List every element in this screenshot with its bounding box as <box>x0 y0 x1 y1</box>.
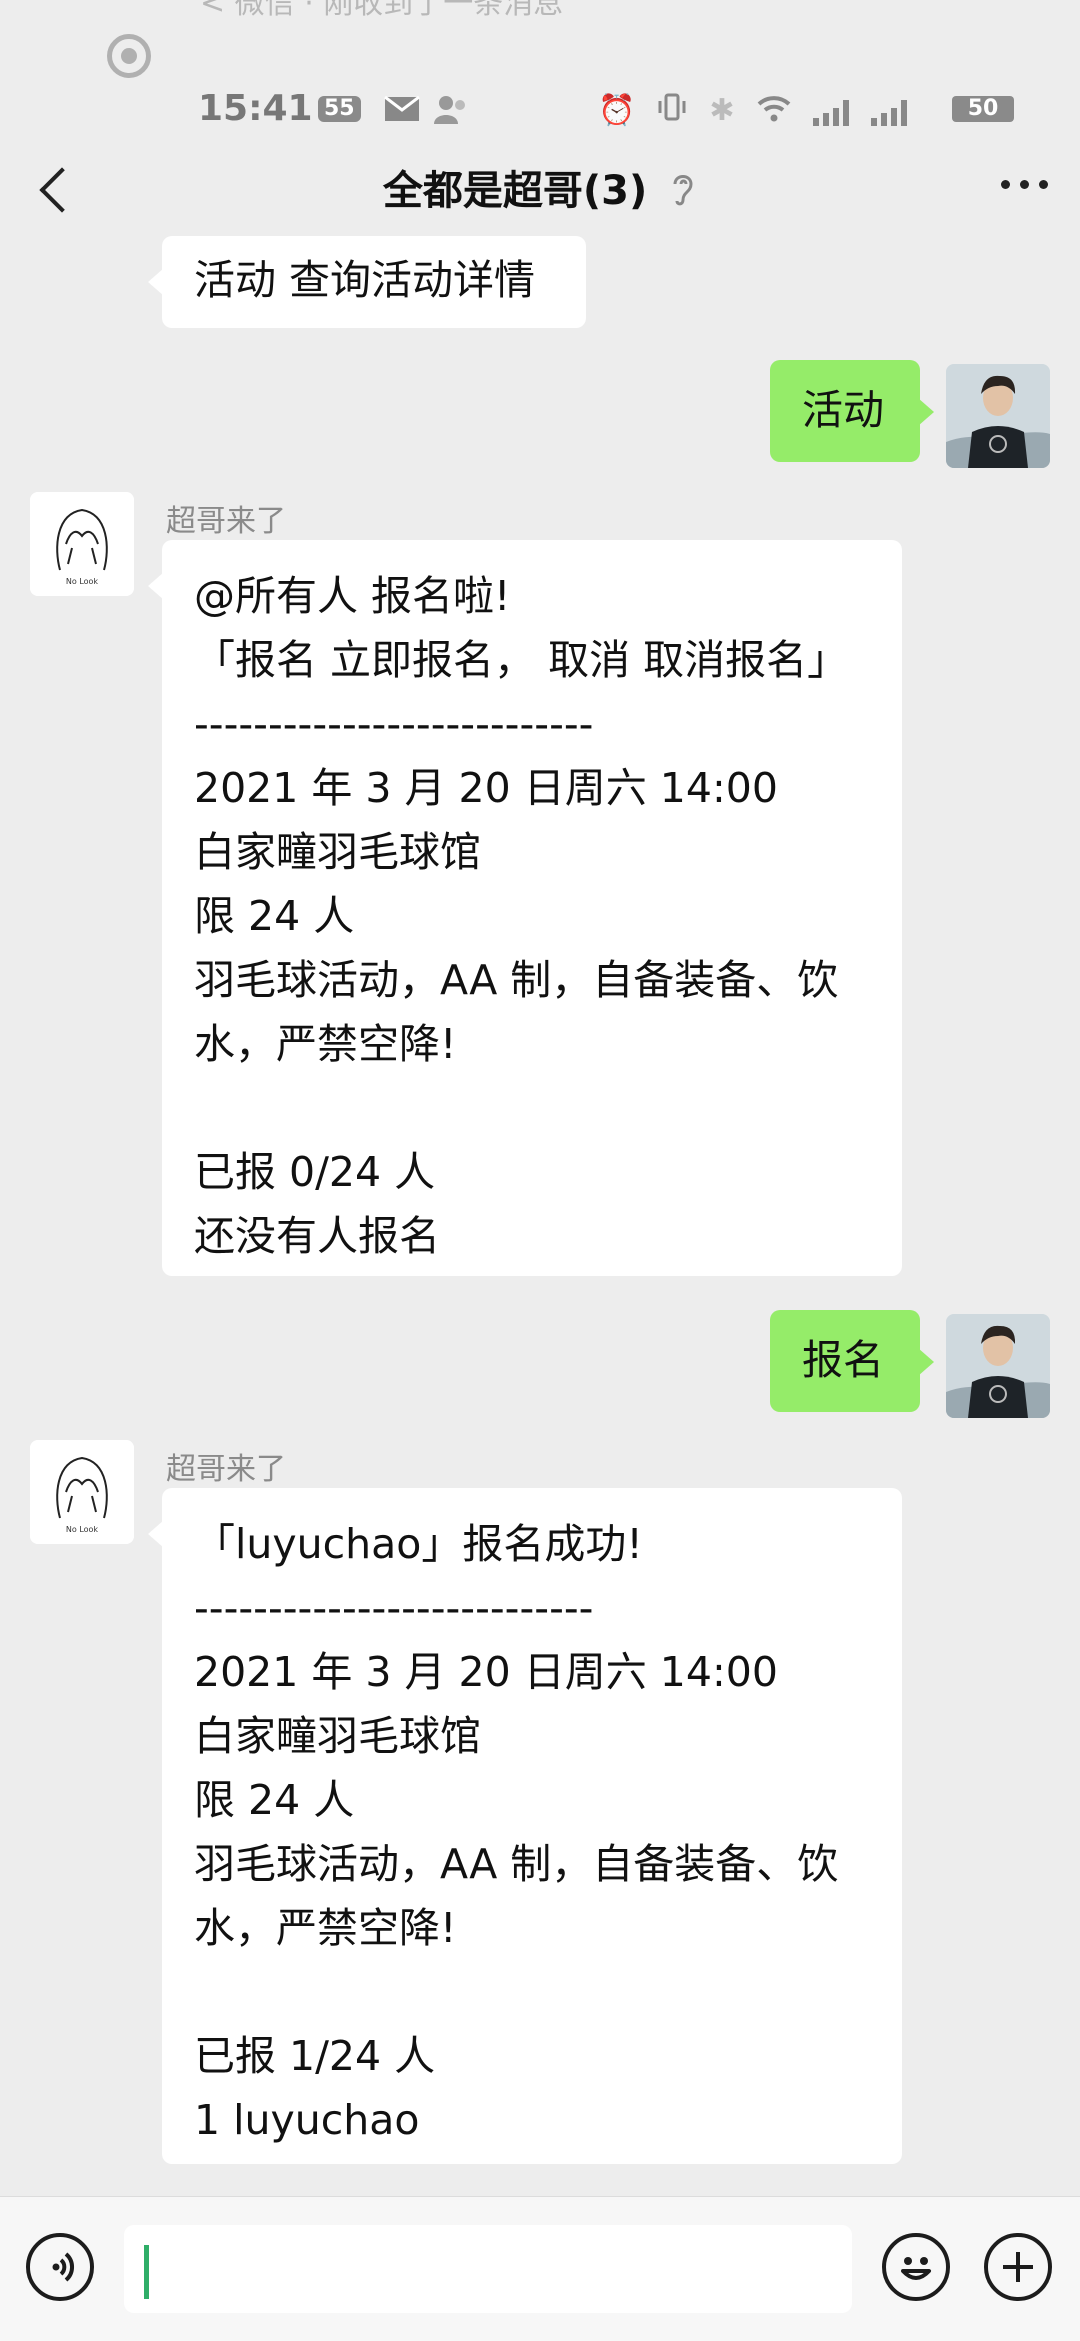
text-caret <box>144 2245 149 2299</box>
message-line: 白家疃羽毛球馆 <box>194 1712 481 1760</box>
voice-icon <box>52 2252 74 2282</box>
message-line: 水，严禁空降! <box>194 1020 457 1068</box>
notification-count-badge: 55 <box>318 96 361 122</box>
message-line: 羽毛球活动，AA 制，自备装备、饮 <box>194 956 839 1004</box>
bluetooth-icon: ✱ <box>709 93 735 128</box>
sender-name: 超哥来了 <box>166 504 286 539</box>
avatar-caption: No Look <box>66 1525 99 1534</box>
message-line: 已报 1/24 人 <box>194 2032 436 2080</box>
message-bubble[interactable]: 「luyuchao」报名成功! ------------------------… <box>148 1488 902 2164</box>
message-line: @所有人 报名啦! <box>194 572 511 620</box>
avatar-self[interactable] <box>946 1314 1050 1418</box>
avatar-bot[interactable]: No Look <box>30 1440 134 1544</box>
avatar-caption: No Look <box>66 577 99 586</box>
message-line: 已报 0/24 人 <box>194 1148 436 1196</box>
vibrate-icon <box>657 92 687 126</box>
message-line: 2021 年 3 月 20 日周六 14:00 <box>194 764 778 812</box>
wifi-icon <box>757 94 791 126</box>
message-text: 报名 <box>802 1336 884 1384</box>
message-input[interactable] <box>124 2225 852 2313</box>
message-text: 活动 查询活动详情 <box>194 256 536 304</box>
voice-button[interactable] <box>26 2233 94 2301</box>
notification-ghost-text: < 微信 · 刚收到了一条消息 <box>200 0 564 21</box>
avatar-bot[interactable]: No Look <box>30 492 134 596</box>
message-line: 「报名 立即报名， 取消 取消报名」 <box>194 636 849 684</box>
message-bubble[interactable]: 活动 查询活动详情 <box>148 236 586 328</box>
message-line: --------------------------- <box>194 700 594 748</box>
message-line: 羽毛球活动，AA 制，自备装备、饮 <box>194 1840 839 1888</box>
more-button[interactable] <box>1001 180 1048 189</box>
chat-title: 全都是超哥(3) <box>382 168 648 214</box>
message-line <box>194 1076 902 1140</box>
alarm-icon: ⏰ <box>598 93 636 128</box>
message-line: 1 luyuchao <box>194 2096 420 2144</box>
mail-icon <box>384 95 420 126</box>
message-line <box>194 1960 902 2024</box>
message-line: 「luyuchao」报名成功! <box>194 1520 643 1568</box>
emoji-button[interactable] <box>882 2233 950 2301</box>
message-line: --------------------------- <box>194 1584 594 1632</box>
message-line: 限 24 人 <box>194 1776 355 1824</box>
message-bubble-self[interactable]: 报名 <box>770 1310 934 1412</box>
emoji-icon <box>901 2257 931 2280</box>
record-ring-icon <box>107 34 151 78</box>
message-line: 2021 年 3 月 20 日周六 14:00 <box>194 1648 778 1696</box>
plus-icon <box>1003 2252 1033 2282</box>
message-line: 白家疃羽毛球馆 <box>194 828 481 876</box>
add-button[interactable] <box>984 2233 1052 2301</box>
message-text: 活动 <box>802 386 884 434</box>
chat-header: 全都是超哥(3) <box>0 140 1080 240</box>
input-bar <box>0 2196 1080 2341</box>
sender-name: 超哥来了 <box>166 1452 286 1487</box>
status-time: 15:41 <box>198 88 313 129</box>
battery-level: 50 <box>952 96 1014 122</box>
message-bubble[interactable]: @所有人 报名啦! 「报名 立即报名， 取消 取消报名」 -----------… <box>148 540 902 1276</box>
status-icons: ⏰ ✱ <box>598 92 907 126</box>
contacts-icon <box>432 94 472 128</box>
message-line: 水，严禁空降! <box>194 1904 457 1952</box>
message-line: 限 24 人 <box>194 892 355 940</box>
status-bar: < 微信 · 刚收到了一条消息 15:41 55 ⏰ ✱ 50 <box>0 0 1080 140</box>
signal-icon <box>870 100 907 126</box>
ear-icon <box>669 168 697 218</box>
message-line: 还没有人报名 <box>194 1212 440 1260</box>
avatar-self[interactable] <box>946 364 1050 468</box>
message-bubble-self[interactable]: 活动 <box>770 360 934 462</box>
signal-icon <box>812 100 849 126</box>
